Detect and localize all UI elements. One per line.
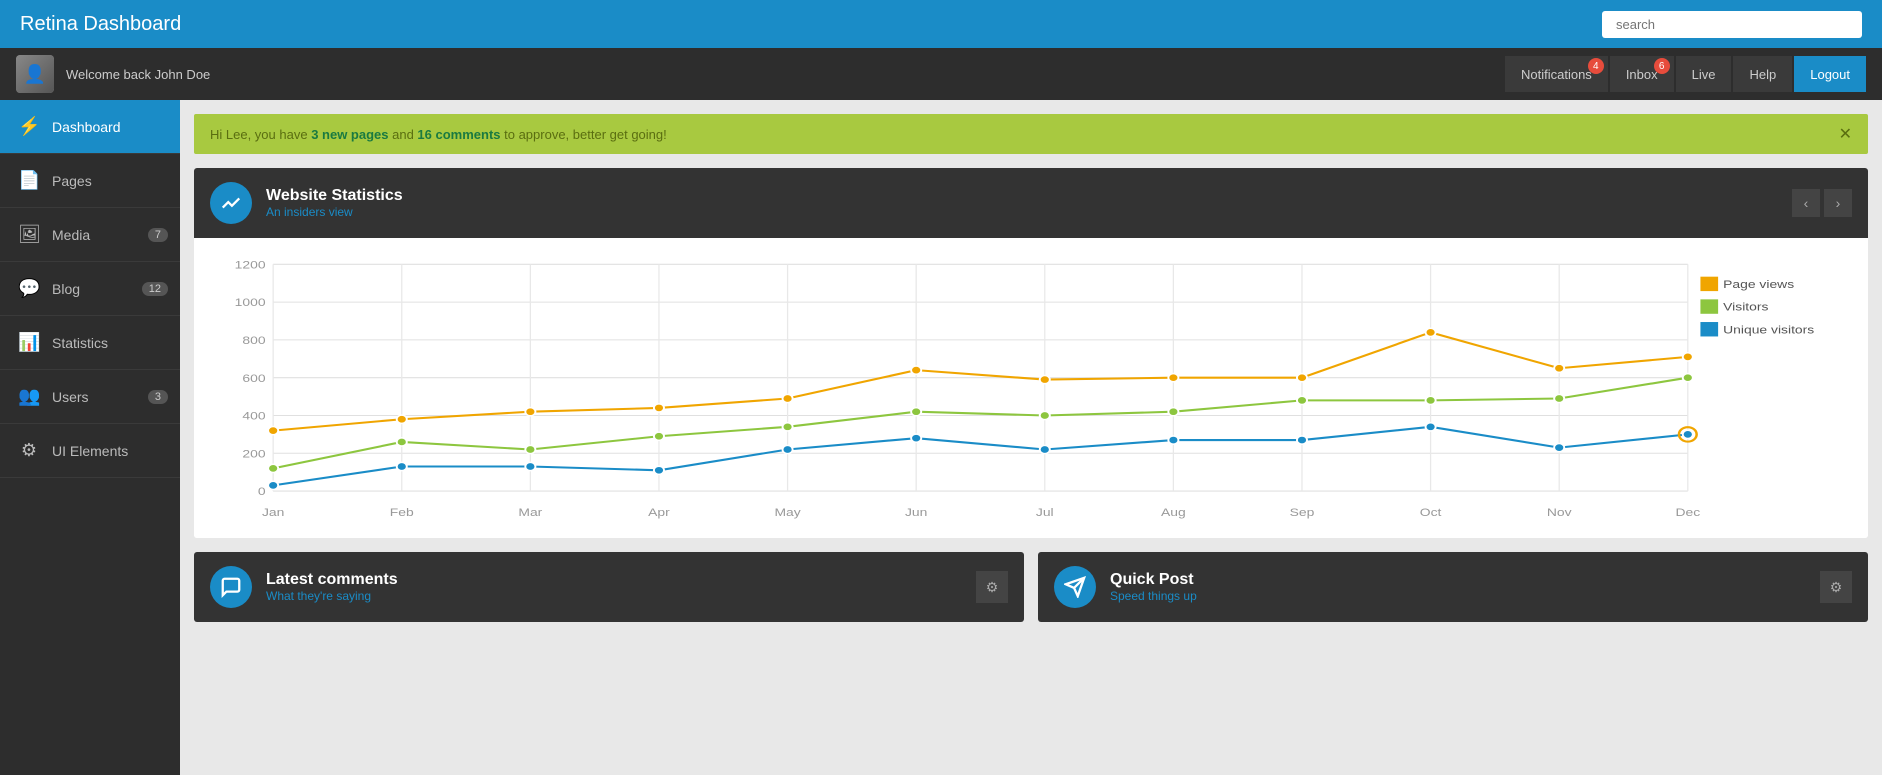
inbox-badge: 6	[1654, 58, 1670, 74]
sidebar-item-users[interactable]: 👥 Users 3	[0, 370, 180, 424]
svg-text:May: May	[774, 506, 801, 519]
stats-widget: Website Statistics An insiders view ‹ › …	[194, 168, 1868, 538]
logout-button[interactable]: Logout	[1794, 56, 1866, 92]
blog-icon: 💬	[18, 278, 40, 299]
svg-text:800: 800	[242, 334, 265, 347]
media-badge: 7	[148, 228, 168, 242]
svg-text:Aug: Aug	[1161, 506, 1186, 519]
search-input[interactable]	[1602, 11, 1862, 38]
sidebar-label-blog: Blog	[52, 281, 80, 297]
widget-subtitle: An insiders view	[266, 205, 403, 219]
sidebar-label-users: Users	[52, 389, 89, 405]
bottom-row: Latest comments What they're saying ⚙	[194, 552, 1868, 622]
quick-post-gear-button[interactable]: ⚙	[1820, 571, 1852, 603]
svg-text:1000: 1000	[235, 296, 266, 309]
user-info: 👤 Welcome back John Doe	[16, 55, 210, 93]
latest-comments-title: Latest comments	[266, 571, 398, 589]
logo: Retina Dashboard	[20, 13, 181, 36]
widget-prev-button[interactable]: ‹	[1792, 189, 1820, 217]
stats-widget-icon	[210, 182, 252, 224]
avatar-image: 👤	[16, 55, 54, 93]
svg-text:Feb: Feb	[390, 506, 414, 519]
welcome-text: Welcome back John Doe	[66, 67, 210, 82]
svg-text:Jan: Jan	[262, 506, 284, 519]
pages-icon: 📄	[18, 170, 40, 191]
svg-text:200: 200	[242, 448, 265, 461]
sidebar-item-statistics[interactable]: 📊 Statistics	[0, 316, 180, 370]
sidebar-item-media[interactable]: 🖼 Media 7	[0, 208, 180, 262]
svg-text:Sep: Sep	[1290, 506, 1315, 519]
sidebar: ⚡ Dashboard 📄 Pages 🖼 Media 7 💬 Blog 12 …	[0, 100, 180, 775]
top-header: Retina Dashboard	[0, 0, 1882, 48]
svg-text:600: 600	[242, 372, 265, 385]
latest-comments-gear-button[interactable]: ⚙	[976, 571, 1008, 603]
sidebar-label-media: Media	[52, 227, 90, 243]
ui-elements-icon: ⚙	[18, 440, 40, 461]
statistics-icon: 📊	[18, 332, 40, 353]
svg-text:Jul: Jul	[1036, 506, 1054, 519]
main-content: Hi Lee, you have 3 new pages and 16 comm…	[180, 100, 1882, 775]
statistics-chart: 0 200 400 600 800 1000 1200 Jan Feb Mar Apr May Jun J…	[210, 254, 1852, 522]
alert-text: Hi Lee, you have 3 new pages and 16 comm…	[210, 127, 667, 142]
svg-text:1200: 1200	[235, 259, 266, 272]
alert-text-after: to approve, better get going!	[501, 127, 667, 142]
quick-post-subtitle: Speed things up	[1110, 589, 1197, 603]
latest-comments-widget: Latest comments What they're saying ⚙	[194, 552, 1024, 622]
blog-badge: 12	[142, 282, 168, 296]
widget-title: Website Statistics	[266, 187, 403, 205]
users-icon: 👥	[18, 386, 40, 407]
svg-text:Jun: Jun	[905, 506, 927, 519]
logo-dashboard: Dashboard	[78, 13, 181, 35]
svg-text:Nov: Nov	[1547, 506, 1572, 519]
sidebar-label-pages: Pages	[52, 173, 92, 189]
widget-header-stats: Website Statistics An insiders view ‹ ›	[194, 168, 1868, 238]
alert-text-mid: and	[389, 127, 418, 142]
svg-text:Page views: Page views	[1723, 278, 1794, 291]
svg-text:0: 0	[258, 485, 266, 498]
svg-text:Visitors: Visitors	[1723, 301, 1768, 314]
svg-text:Mar: Mar	[518, 506, 543, 519]
alert-close-icon[interactable]: ✕	[1839, 124, 1852, 144]
dashboard-icon: ⚡	[18, 116, 40, 137]
alert-comments-link[interactable]: 16 comments	[417, 127, 500, 142]
widget-title-block: Website Statistics An insiders view	[266, 187, 403, 219]
latest-comments-icon	[210, 566, 252, 608]
user-bar: 👤 Welcome back John Doe Notifications 4 …	[0, 48, 1882, 100]
media-icon: 🖼	[18, 224, 40, 245]
svg-text:Apr: Apr	[648, 506, 670, 519]
svg-text:Dec: Dec	[1675, 506, 1700, 519]
avatar: 👤	[16, 55, 54, 93]
sidebar-label-dashboard: Dashboard	[52, 119, 121, 135]
help-button[interactable]: Help	[1733, 56, 1792, 92]
nav-buttons: Notifications 4 Inbox 6 Live Help Logout	[1505, 56, 1866, 92]
users-badge: 3	[148, 390, 168, 404]
notifications-badge: 4	[1588, 58, 1604, 74]
sidebar-item-dashboard[interactable]: ⚡ Dashboard	[0, 100, 180, 154]
alert-text-before: Hi Lee, you have	[210, 127, 311, 142]
widget-header-actions: ‹ ›	[1792, 189, 1852, 217]
quick-post-title: Quick Post	[1110, 571, 1197, 589]
sidebar-item-pages[interactable]: 📄 Pages	[0, 154, 180, 208]
logo-retina: Retina	[20, 13, 78, 35]
alert-bar: Hi Lee, you have 3 new pages and 16 comm…	[194, 114, 1868, 154]
quick-post-widget: Quick Post Speed things up ⚙	[1038, 552, 1868, 622]
alert-pages-link[interactable]: 3 new pages	[311, 127, 388, 142]
widget-next-button[interactable]: ›	[1824, 189, 1852, 217]
sidebar-item-ui-elements[interactable]: ⚙ UI Elements	[0, 424, 180, 478]
latest-comments-header: Latest comments What they're saying ⚙	[194, 552, 1024, 622]
chart-container: 0 200 400 600 800 1000 1200 Jan Feb Mar Apr May Jun J…	[194, 238, 1868, 538]
quick-post-icon	[1054, 566, 1096, 608]
latest-comments-subtitle: What they're saying	[266, 589, 398, 603]
notifications-button[interactable]: Notifications 4	[1505, 56, 1608, 92]
layout: ⚡ Dashboard 📄 Pages 🖼 Media 7 💬 Blog 12 …	[0, 100, 1882, 775]
svg-text:Unique visitors: Unique visitors	[1723, 324, 1814, 337]
live-button[interactable]: Live	[1676, 56, 1732, 92]
sidebar-label-statistics: Statistics	[52, 335, 108, 351]
sidebar-label-ui-elements: UI Elements	[52, 443, 128, 459]
quick-post-header: Quick Post Speed things up ⚙	[1038, 552, 1868, 622]
inbox-button[interactable]: Inbox 6	[1610, 56, 1674, 92]
svg-text:Oct: Oct	[1420, 506, 1442, 519]
svg-text:400: 400	[242, 410, 265, 423]
sidebar-item-blog[interactable]: 💬 Blog 12	[0, 262, 180, 316]
